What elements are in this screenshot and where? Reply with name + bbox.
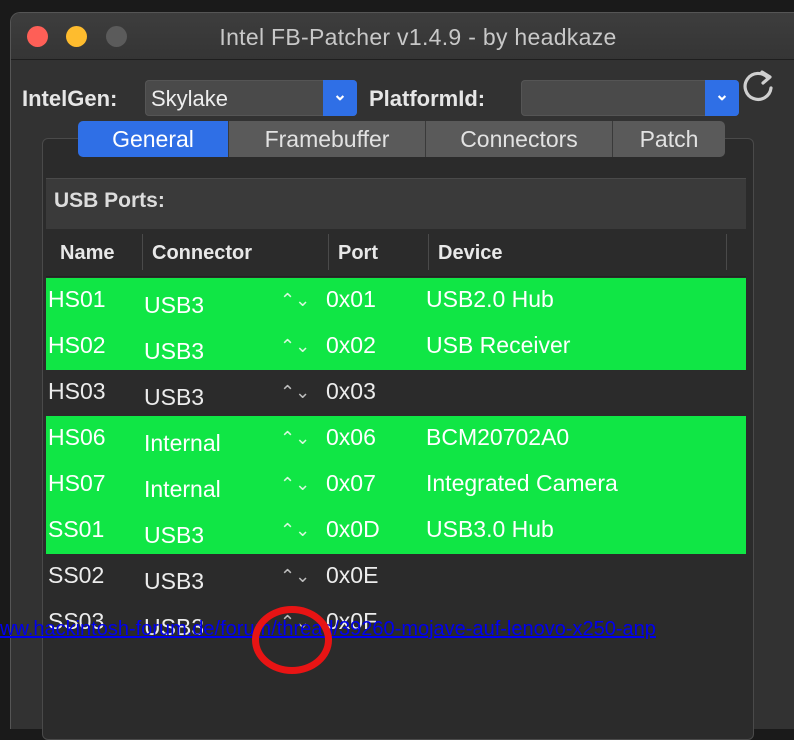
usb-ports-title: USB Ports: [54, 189, 165, 212]
connector-stepper-icon[interactable]: ⌃⌄ [280, 336, 310, 357]
device-cell: BCM20702A0 [426, 424, 570, 450]
column-divider [142, 234, 143, 270]
port-name-cell: SS01 [48, 516, 105, 542]
title-bar: Intel FB-Patcher v1.4.9 - by headkaze [11, 13, 794, 60]
intelgen-select[interactable]: Skylake ⌄ [145, 80, 357, 116]
connector-cell: USB3 [144, 338, 205, 364]
table-row[interactable]: HS03 USB3 0x03 ⌃⌄ [46, 370, 746, 416]
column-name[interactable]: Name [60, 242, 114, 265]
connector-stepper-icon[interactable]: ⌃⌄ [280, 428, 310, 449]
table-row[interactable]: SS02 USB3 0x0E ⌃⌄ [46, 554, 746, 600]
platformid-dropdown-arrow[interactable]: ⌄ [705, 80, 739, 116]
table-row[interactable]: HS07 Internal 0x07 Integrated Camera ⌃⌄ [46, 462, 746, 508]
tab-connectors[interactable]: Connectors [426, 121, 613, 157]
table-header: Name Connector Port Device [46, 230, 746, 277]
table-row[interactable]: SS01 USB3 0x0D USB3.0 Hub ⌃⌄ [46, 508, 746, 554]
usb-ports-table: HS01 USB3 0x01 USB2.0 Hub ⌃⌄ HS02 USB3 0x02 USB … [46, 278, 746, 646]
usb-ports-header: USB Ports: [46, 178, 746, 229]
port-number-cell: 0x07 [326, 470, 376, 496]
port-number-cell: 0x0E [326, 562, 379, 588]
port-number-cell: 0x01 [326, 286, 376, 312]
connector-cell: USB3 [144, 292, 205, 318]
intelgen-value: Skylake [151, 86, 229, 111]
source-url-overlay[interactable]: ww.hackintosh-forum.de/forum/thread/3926… [0, 618, 794, 641]
connector-cell: USB3 [144, 522, 205, 548]
device-cell: USB2.0 Hub [426, 286, 554, 312]
column-divider [726, 234, 727, 270]
connector-stepper-icon[interactable]: ⌃⌄ [280, 290, 310, 311]
connector-cell: Internal [144, 476, 221, 502]
port-number-cell: 0x06 [326, 424, 376, 450]
intelgen-label: IntelGen: [22, 86, 118, 111]
table-row[interactable]: HS06 Internal 0x06 BCM20702A0 ⌃⌄ [46, 416, 746, 462]
port-number-cell: 0x02 [326, 332, 376, 358]
table-row[interactable]: HS02 USB3 0x02 USB Receiver ⌃⌄ [46, 324, 746, 370]
column-divider [328, 234, 329, 270]
column-connector[interactable]: Connector [152, 242, 252, 265]
port-name-cell: HS01 [48, 286, 106, 312]
column-port[interactable]: Port [338, 242, 378, 265]
connector-stepper-icon[interactable]: ⌃⌄ [280, 474, 310, 495]
port-name-cell: HS07 [48, 470, 106, 496]
port-name-cell: SS02 [48, 562, 105, 588]
connector-cell: USB3 [144, 568, 205, 594]
highlight-circle [252, 606, 332, 674]
device-cell: Integrated Camera [426, 470, 618, 496]
refresh-icon[interactable] [738, 66, 778, 106]
intelgen-dropdown-arrow[interactable]: ⌄ [323, 80, 357, 116]
tab-framebuffer[interactable]: Framebuffer [229, 121, 426, 157]
device-cell: USB Receiver [426, 332, 571, 358]
platformid-label: PlatformId: [369, 86, 486, 111]
port-name-cell: HS06 [48, 424, 106, 450]
tab-patch[interactable]: Patch [613, 121, 725, 157]
chevron-down-icon: ⌄ [332, 85, 348, 104]
chevron-down-icon: ⌄ [714, 85, 730, 104]
device-cell: USB3.0 Hub [426, 516, 554, 542]
connector-stepper-icon[interactable]: ⌃⌄ [280, 520, 310, 541]
port-name-cell: HS02 [48, 332, 106, 358]
window-title: Intel FB-Patcher v1.4.9 - by headkaze [219, 24, 617, 50]
platformid-select[interactable]: ⌄ [521, 80, 739, 116]
port-number-cell: 0x03 [326, 378, 376, 404]
tab-bar: General Framebuffer Connectors Patch [78, 121, 725, 157]
port-name-cell: HS03 [48, 378, 106, 404]
connector-cell: USB3 [144, 384, 205, 410]
connector-stepper-icon[interactable]: ⌃⌄ [280, 382, 310, 403]
port-number-cell: 0x0D [326, 516, 380, 542]
tab-general[interactable]: General [78, 121, 229, 157]
connector-stepper-icon[interactable]: ⌃⌄ [280, 566, 310, 587]
table-row[interactable]: HS01 USB3 0x01 USB2.0 Hub ⌃⌄ [46, 278, 746, 324]
column-device[interactable]: Device [438, 242, 503, 265]
connector-cell: Internal [144, 430, 221, 456]
column-divider [428, 234, 429, 270]
